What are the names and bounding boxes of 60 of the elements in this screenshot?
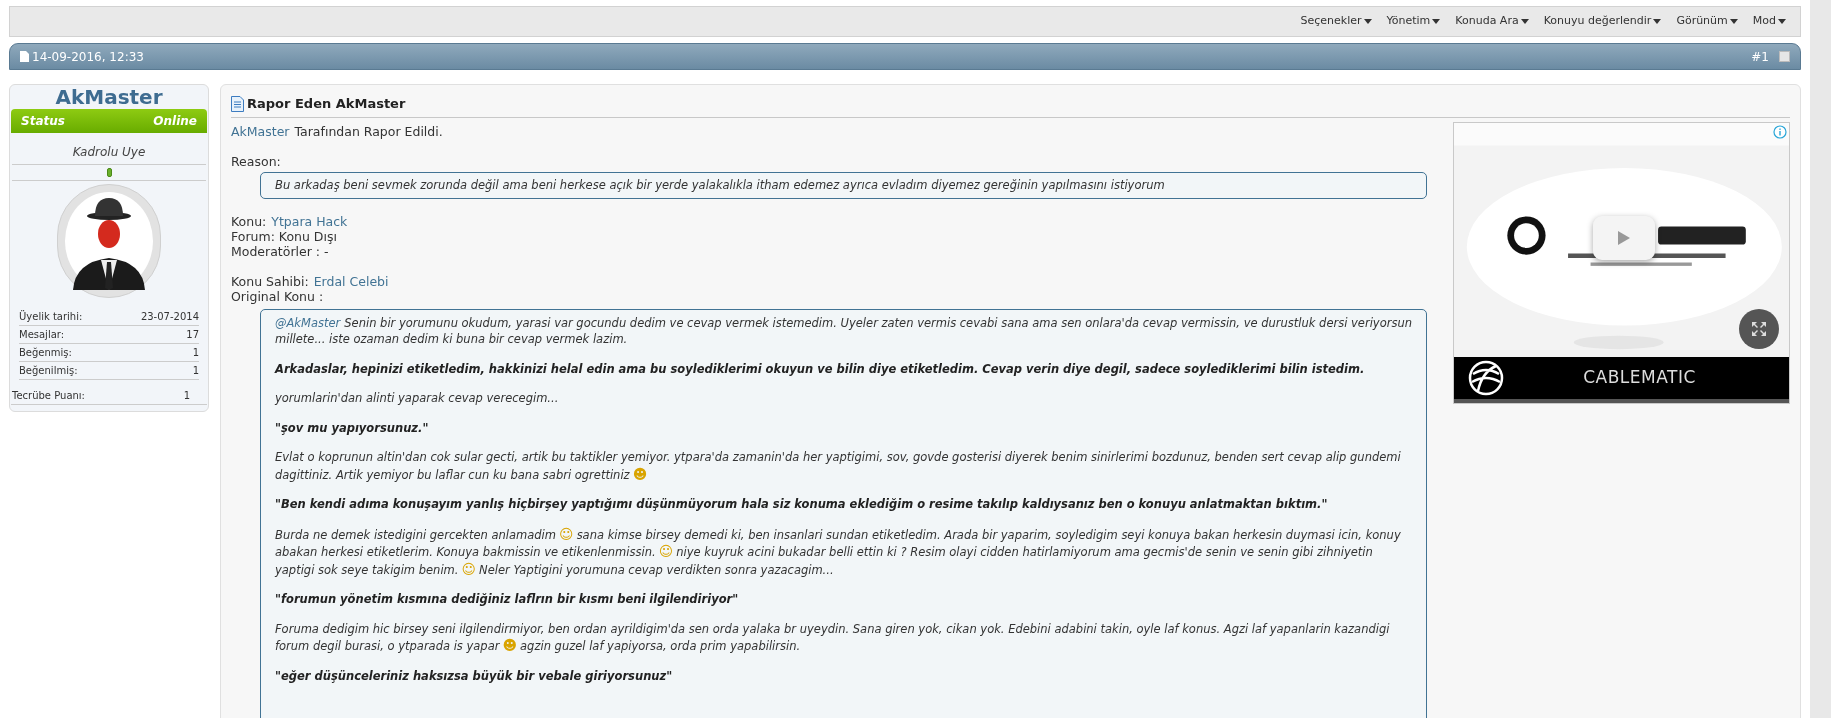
caret-icon — [1729, 19, 1738, 24]
quote-heading: "Ben kendi adıma konuşayım yanlış hiçbirşey yaptığımı düşünmüyorum hala siz konuma eklediğim o resime takılıp kaldıysanız ben o konuyu anlatmaktan bıktım." — [275, 496, 1329, 513]
reputation-icon — [106, 168, 112, 177]
info-label: Konu: — [231, 213, 267, 229]
menu-button[interactable]: Yönetim — [1386, 13, 1441, 30]
menu-button[interactable]: Görünüm — [1676, 13, 1738, 30]
info-label: Forum: Konu Dışı — [231, 228, 337, 244]
quote-text: Foruma dedigim hic birsey seni ilgilendirmiyor, ben ordan ayrildigim'da sen orda yalaka br uyeydin. Sana giren yok, cikan yok. Edebini adabini takin, oyle laf konus. Agzi laf yapanlarin kazandigi forum degil burasi, o ytparada is yapar ☻ agzin guzel laf yapiyorsa, orda prim yapabilirsin. — [275, 620, 1391, 655]
reason-quote: Bu arkadaş beni sevmek zorunda değil ama beni herkese açık bir yerde yalakalıkla itham edemez ayrıca evladım diyemez gereğinin yapılmasını istiyorum — [260, 171, 1427, 199]
select-checkbox[interactable] — [1779, 51, 1790, 62]
info-label: Konu Sahibi: — [231, 273, 309, 289]
quote-heading: "eğer düşünceleriniz haksızsa büyük bir vebale giriyorsunuz" — [275, 667, 674, 684]
post-title: Rapor Eden AkMaster — [247, 95, 406, 113]
caret-icon — [1520, 19, 1529, 24]
menu-button[interactable]: Konuyu değerlendir — [1543, 13, 1662, 30]
quote-text: @AkMaster Senin bir yorumunu okudum, yarasi var gocundu dedim ve cevap vermek istemedim. Uyeler zaten vermis cevabi sana ama sen onlara'da cevap vermissin, ve durustluk dersi veriyorsun millete... iste ozaman dedim ki buna bir cevap vermek lazim. — [275, 314, 1412, 348]
status-label: Status — [21, 113, 65, 130]
info-label: Moderatörler : - — [231, 243, 329, 259]
stat-label: Beğenmiş: — [19, 346, 72, 360]
username[interactable]: AkMaster — [11, 85, 207, 109]
mention-link[interactable]: @AkMaster — [275, 315, 341, 330]
document-icon — [231, 95, 244, 112]
stat-label: Tecrübe Puanı: — [12, 389, 85, 403]
stat-label: Mesajlar: — [19, 328, 65, 342]
stat-value: 1 — [183, 389, 190, 403]
quote-text: Burda ne demek istedigini gercekten anlamadim ☺ sana kimse birsey demedi ki, ben insanlari sundan etiketledim. Arada bir yaparim, soyledigim seyi konuya bakan herkesin duymasi icin, konuy abakan herkesi etiketlerim. Konuya bakmissin ve etikenlenmissin. ☺ niye kuyruk acini bukadar belli ettin ki ? Resim olayi cidden hatirlamiyorum ama gecmis'de senin ve senin gibi zihniyetin yaptigi sok seye takigim benim. ☺ Neler Yaptigini yorumuna cevap verdikten sonra yazacagim... — [275, 525, 1402, 578]
stat-value: 1 — [192, 364, 199, 378]
caret-icon — [1653, 19, 1662, 24]
report-text: Tarafından Rapor Edildi. — [294, 123, 443, 139]
play-button[interactable] — [1593, 215, 1655, 260]
info-icon[interactable] — [1773, 124, 1787, 139]
fullscreen-icon — [1751, 320, 1767, 337]
quote-heading: Arkadaslar, hepinizi etiketledim, hakkinizi helal edin ama bu soylediklerimi okuyun ve bilin diye etiketledim. Cevap verin diye degil, sadece soylediklerimi bilin istedim. — [275, 360, 1366, 377]
menu-button[interactable]: Mod — [1752, 13, 1786, 30]
document-icon — [20, 51, 29, 62]
quote-text: yorumlarin'dan alinti yaparak cevap verecegim... — [275, 390, 560, 407]
info-label: Original Konu : — [231, 288, 324, 304]
status-value: Online — [153, 113, 197, 130]
info-link[interactable]: Erdal Celebi — [313, 273, 389, 289]
info-link[interactable]: Ytpara Hack — [271, 213, 348, 229]
play-icon — [1617, 229, 1631, 246]
menu-button[interactable]: Seçenekler — [1300, 13, 1372, 30]
ad-brand[interactable]: CABLEMATIC — [1504, 364, 1775, 391]
caret-icon — [1778, 19, 1786, 24]
quote-text: Evlat o koprunun altin'dan cok sular gecti, artik bu taktikler yemiyor. ytpara'da zamanin'da her yaptigimi, sov, govde gosterisi diyerek benim sinirlerimi bozdunuz, benden sert cevap alip gundemi dagittiniz. Artik yemiyor bu laflar cun ku bana sabri ogrettiniz ☻ — [275, 449, 1402, 483]
quote-heading: "şov mu yapıyorsunuz." — [275, 419, 430, 436]
reason-label: Reason: — [231, 153, 282, 169]
stat-label: Üyelik tarihi: — [19, 309, 83, 324]
quote-heading: "forumun yönetim kısmına dediğiniz laflrın bir kısmı beni ilgilendiriyor" — [275, 591, 740, 608]
user-title: Kadrolu Uye — [12, 143, 206, 165]
stat-value: 23-07-2014 — [140, 310, 199, 324]
caret-icon — [1432, 19, 1441, 24]
stat-value: 1 — [192, 346, 199, 360]
caret-icon — [1363, 19, 1372, 24]
menu-button[interactable]: Konuda Ara — [1455, 13, 1529, 30]
stat-label: Beğenilmiş: — [19, 364, 78, 378]
post-date: 14-09-2016, 12:33 — [32, 48, 144, 66]
globe-icon — [1468, 359, 1504, 396]
stat-value: 17 — [186, 328, 199, 342]
reporter-link[interactable]: AkMaster — [231, 123, 290, 139]
